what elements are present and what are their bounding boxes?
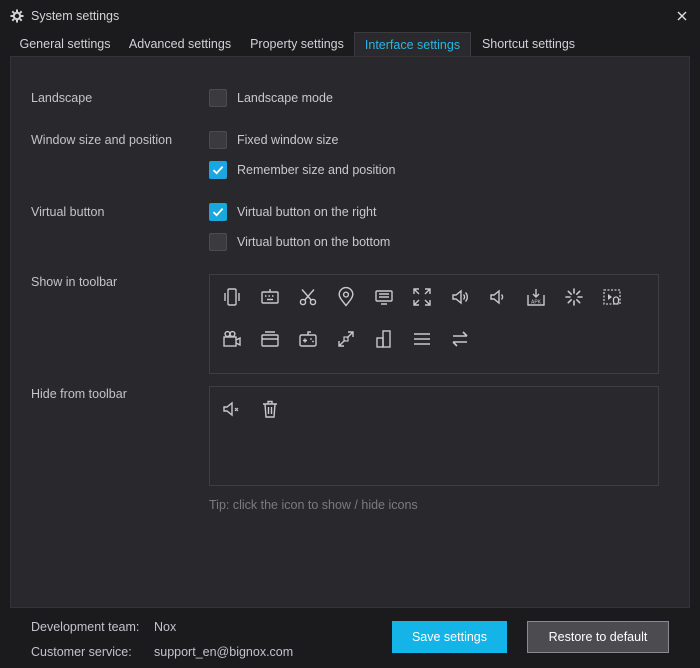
landscape-label: Landscape bbox=[31, 91, 93, 105]
apk-install-icon[interactable]: APK bbox=[524, 285, 548, 309]
landscape-mode-checkbox[interactable]: Landscape mode bbox=[209, 88, 333, 108]
location-icon[interactable] bbox=[334, 285, 358, 309]
loading-icon[interactable] bbox=[562, 285, 586, 309]
volume-down-icon[interactable] bbox=[486, 285, 510, 309]
show-in-toolbar-label: Show in toolbar bbox=[31, 275, 118, 289]
checkbox-box[interactable] bbox=[209, 131, 227, 149]
video-record-icon[interactable] bbox=[220, 327, 244, 351]
checkbox-box[interactable] bbox=[209, 233, 227, 251]
tab-bar: General settings Advanced settings Prope… bbox=[0, 32, 700, 56]
trash-icon[interactable] bbox=[258, 397, 282, 421]
macro-record-icon[interactable] bbox=[600, 285, 624, 309]
virtual-button-bottom-checkbox[interactable]: Virtual button on the bottom bbox=[209, 232, 390, 252]
check-icon bbox=[212, 165, 224, 175]
tab-property-settings[interactable]: Property settings bbox=[240, 32, 354, 56]
development-team-label: Development team: bbox=[31, 620, 140, 634]
close-icon[interactable] bbox=[672, 6, 692, 26]
shake-phone-icon[interactable] bbox=[220, 285, 244, 309]
check-icon bbox=[212, 207, 224, 217]
hidden-icons-box bbox=[209, 386, 659, 486]
mute-icon[interactable] bbox=[220, 397, 244, 421]
tab-shortcut-settings[interactable]: Shortcut settings bbox=[471, 32, 586, 56]
volume-up-icon[interactable] bbox=[448, 285, 472, 309]
sync-icon[interactable] bbox=[448, 327, 472, 351]
gear-icon bbox=[10, 9, 24, 23]
scissors-icon[interactable] bbox=[296, 285, 320, 309]
gamepad-icon[interactable] bbox=[296, 327, 320, 351]
fixed-window-size-checkbox[interactable]: Fixed window size bbox=[209, 130, 338, 150]
checkbox-box[interactable] bbox=[209, 89, 227, 107]
checkbox-label: Landscape mode bbox=[237, 91, 333, 105]
tab-general-settings[interactable]: General settings bbox=[10, 32, 120, 56]
checkbox-box-checked[interactable] bbox=[209, 161, 227, 179]
tip-text: Tip: click the icon to show / hide icons bbox=[209, 498, 418, 512]
screen-share-icon[interactable] bbox=[258, 327, 282, 351]
hide-from-toolbar-label: Hide from toolbar bbox=[31, 387, 127, 401]
menu-icon[interactable] bbox=[410, 327, 434, 351]
remember-size-checkbox[interactable]: Remember size and position bbox=[209, 160, 395, 180]
checkbox-box-checked[interactable] bbox=[209, 203, 227, 221]
checkbox-label: Virtual button on the right bbox=[237, 205, 377, 219]
development-team-value: Nox bbox=[154, 620, 177, 634]
footer: Development team: Nox Customer service: … bbox=[0, 608, 700, 668]
svg-text:APK: APK bbox=[531, 300, 542, 306]
bar-chart-icon[interactable] bbox=[372, 327, 396, 351]
virtual-button-right-checkbox[interactable]: Virtual button on the right bbox=[209, 202, 376, 222]
fullscreen-icon[interactable] bbox=[410, 285, 434, 309]
customer-service-label: Customer service: bbox=[31, 645, 132, 659]
title-bar: System settings bbox=[0, 0, 700, 32]
window-title: System settings bbox=[31, 9, 120, 23]
virtual-button-label: Virtual button bbox=[31, 205, 105, 219]
checkbox-label: Fixed window size bbox=[237, 133, 339, 147]
tab-interface-settings[interactable]: Interface settings bbox=[354, 32, 471, 56]
checkbox-label: Virtual button on the bottom bbox=[237, 235, 391, 249]
checkbox-label: Remember size and position bbox=[237, 163, 396, 177]
multi-screen-icon[interactable] bbox=[372, 285, 396, 309]
customer-service-email[interactable]: support_en@bignox.com bbox=[154, 645, 293, 659]
window-size-label: Window size and position bbox=[31, 133, 173, 147]
tab-advanced-settings[interactable]: Advanced settings bbox=[120, 32, 240, 56]
restore-default-button[interactable]: Restore to default bbox=[527, 621, 669, 653]
resize-icon[interactable] bbox=[334, 327, 358, 351]
shown-icons-box: APK bbox=[209, 274, 659, 374]
keyboard-icon[interactable] bbox=[258, 285, 282, 309]
save-settings-button[interactable]: Save settings bbox=[392, 621, 507, 653]
